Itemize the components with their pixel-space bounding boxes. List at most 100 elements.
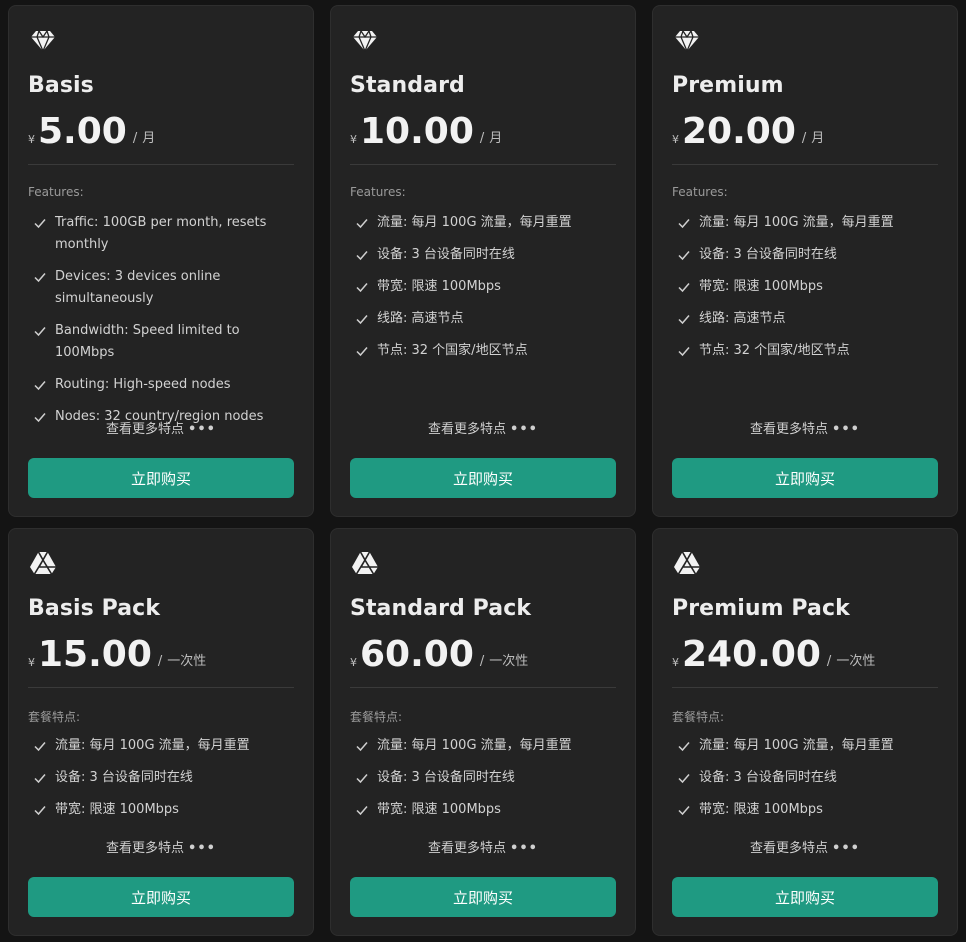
show-more-features-link[interactable]: 查看更多特点 ••• — [331, 418, 635, 437]
check-icon — [33, 270, 47, 284]
period-separator: / — [132, 131, 138, 146]
feature-item: 线路: 高速节点 — [677, 308, 947, 330]
features-title: 套餐特点: — [672, 710, 725, 724]
show-more-features-link[interactable]: 查看更多特点 ••• — [653, 837, 957, 856]
check-icon — [355, 312, 369, 326]
divider — [350, 164, 616, 165]
show-more-label: 查看更多特点 — [750, 422, 829, 437]
feature-text: 线路: 高速节点 — [699, 311, 786, 326]
features-title: Features: — [672, 185, 728, 199]
feature-item: 流量: 每月 100G 流量，每月重置 — [33, 735, 303, 757]
feature-text: 带宽: 限速 100Mbps — [377, 279, 501, 294]
currency-symbol: ¥ — [28, 656, 35, 669]
price-amount: 15.00 — [38, 634, 152, 675]
buy-now-button[interactable]: 立即购买 — [350, 458, 616, 498]
price: ¥ 10.00 /月 — [350, 110, 502, 152]
feature-item: Traffic: 100GB per month, resets monthly — [33, 212, 303, 256]
period-label: 月 — [142, 131, 156, 146]
feature-item: 设备: 3 台设备同时在线 — [677, 767, 947, 789]
period-label: 月 — [489, 131, 503, 146]
period-separator: / — [479, 654, 485, 669]
buy-now-button[interactable]: 立即购买 — [672, 877, 938, 917]
check-icon — [33, 324, 47, 338]
feature-text: 带宽: 限速 100Mbps — [699, 802, 823, 817]
feature-text: 流量: 每月 100G 流量，每月重置 — [55, 738, 250, 753]
check-icon — [677, 280, 691, 294]
buy-now-button[interactable]: 立即购买 — [28, 877, 294, 917]
check-icon — [355, 216, 369, 230]
plan-card-standard: Standard ¥ 10.00 /月 Features: 流量: 每月 100… — [330, 5, 636, 517]
show-more-features-link[interactable]: 查看更多特点 ••• — [9, 418, 313, 437]
check-icon — [355, 280, 369, 294]
billing-period: / 月 — [480, 127, 502, 146]
check-icon — [677, 216, 691, 230]
price: ¥ 15.00 / 一次性 — [28, 633, 206, 675]
plan-name: Basis Pack — [28, 596, 161, 621]
billing-period: / 月 — [133, 127, 155, 146]
feature-item: 设备: 3 台设备同时在线 — [355, 767, 625, 789]
check-icon — [33, 803, 47, 817]
show-more-features-link[interactable]: 查看更多特点 ••• — [331, 837, 635, 856]
billing-period: / 一次性 — [158, 650, 206, 669]
plan-card-premium-pack: Premium Pack ¥ 240.00 / 一次性 套餐特点: 流量: 每月 … — [652, 528, 958, 936]
show-more-label: 查看更多特点 — [106, 422, 185, 437]
feature-text: 设备: 3 台设备同时在线 — [377, 770, 515, 785]
check-icon — [33, 739, 47, 753]
plan-name: Basis — [28, 73, 94, 98]
more-dots-icon: ••• — [188, 422, 216, 437]
feature-item: 节点: 32 个国家/地区节点 — [677, 340, 947, 362]
feature-text: 设备: 3 台设备同时在线 — [699, 770, 837, 785]
show-more-features-link[interactable]: 查看更多特点 ••• — [653, 418, 957, 437]
feature-list: 流量: 每月 100G 流量，每月重置 设备: 3 台设备同时在线 带宽: 限速… — [677, 735, 947, 831]
more-dots-icon: ••• — [510, 422, 538, 437]
feature-text: 流量: 每月 100G 流量，每月重置 — [377, 738, 572, 753]
feature-text: Bandwidth: Speed limited to 100Mbps — [55, 323, 240, 360]
feature-item: Routing: High-speed nodes — [33, 374, 303, 396]
features-title: 套餐特点: — [350, 710, 403, 724]
period-separator: / — [479, 131, 485, 146]
check-icon — [355, 803, 369, 817]
plan-name: Premium — [672, 73, 784, 98]
price: ¥ 240.00 / 一次性 — [672, 633, 875, 675]
period-separator: / — [801, 131, 807, 146]
feature-item: 带宽: 限速 100Mbps — [33, 799, 303, 821]
feature-text: 节点: 32 个国家/地区节点 — [377, 343, 528, 358]
buy-now-button[interactable]: 立即购买 — [350, 877, 616, 917]
check-icon — [355, 344, 369, 358]
plan-card-premium: Premium ¥ 20.00 /月 Features: 流量: 每月 100G… — [652, 5, 958, 517]
plan-name: Premium Pack — [672, 596, 850, 621]
feature-text: 带宽: 限速 100Mbps — [699, 279, 823, 294]
feature-item: 流量: 每月 100G 流量，每月重置 — [677, 735, 947, 757]
diamond-icon — [351, 26, 379, 54]
feature-item: 设备: 3 台设备同时在线 — [355, 244, 625, 266]
plan-name: Standard Pack — [350, 596, 532, 621]
price-amount: 20.00 — [682, 111, 796, 152]
feature-item: 节点: 32 个国家/地区节点 — [355, 340, 625, 362]
plan-name: Standard — [350, 73, 465, 98]
buy-now-button[interactable]: 立即购买 — [672, 458, 938, 498]
check-icon — [677, 771, 691, 785]
check-icon — [355, 771, 369, 785]
drive-icon — [351, 549, 379, 577]
currency-symbol: ¥ — [672, 656, 679, 669]
feature-list: 流量: 每月 100G 流量，每月重置 设备: 3 台设备同时在线 带宽: 限速… — [355, 735, 625, 831]
price: ¥ 5.00 /月 — [28, 110, 155, 152]
check-icon — [677, 248, 691, 262]
feature-item: Devices: 3 devices online simultaneously — [33, 266, 303, 310]
buy-now-button[interactable]: 立即购买 — [28, 458, 294, 498]
period-separator: / — [826, 654, 832, 669]
show-more-features-link[interactable]: 查看更多特点 ••• — [9, 837, 313, 856]
price-amount: 10.00 — [360, 111, 474, 152]
show-more-label: 查看更多特点 — [428, 841, 507, 856]
feature-list: 流量: 每月 100G 流量，每月重置 设备: 3 台设备同时在线 带宽: 限速… — [677, 212, 947, 372]
feature-item: 设备: 3 台设备同时在线 — [677, 244, 947, 266]
billing-period: / 月 — [802, 127, 824, 146]
currency-symbol: ¥ — [350, 133, 357, 146]
period-label: 一次性 — [489, 654, 529, 669]
more-dots-icon: ••• — [832, 841, 860, 856]
check-icon — [33, 771, 47, 785]
feature-text: 节点: 32 个国家/地区节点 — [699, 343, 850, 358]
feature-text: Devices: 3 devices online simultaneously — [55, 269, 221, 306]
feature-item: 线路: 高速节点 — [355, 308, 625, 330]
check-icon — [33, 216, 47, 230]
